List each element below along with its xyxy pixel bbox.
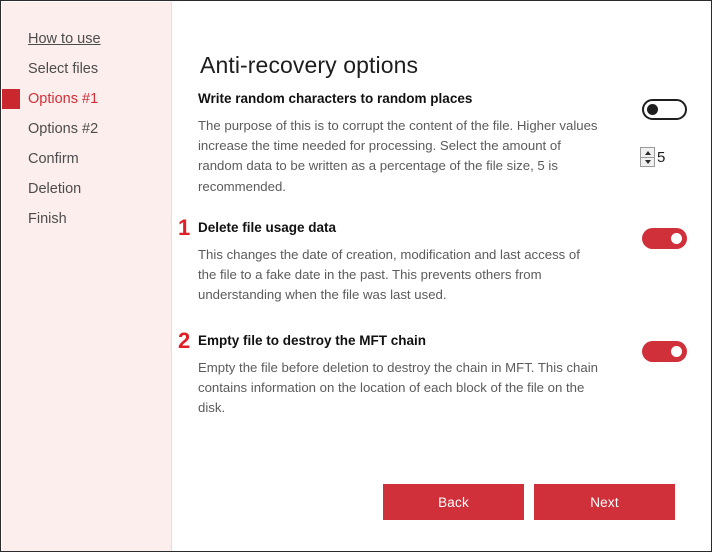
active-step-marker	[2, 89, 20, 109]
sidebar-item-options-1[interactable]: Options #1	[2, 84, 171, 114]
main-content: Anti-recovery options Write random chara…	[172, 2, 711, 551]
app-window: How to use Select files Options #1 Optio…	[0, 0, 712, 552]
stepper-decrement-icon[interactable]	[640, 157, 655, 167]
next-button[interactable]: Next	[534, 484, 675, 520]
sidebar-item-label: Options #1	[28, 91, 99, 107]
sidebar-item-how-to-use[interactable]: How to use	[2, 24, 171, 54]
sidebar: How to use Select files Options #1 Optio…	[2, 2, 171, 551]
sidebar-item-label: Finish	[28, 211, 67, 227]
option-heading: Empty file to destroy the MFT chain	[198, 333, 427, 348]
option-description: This changes the date of creation, modif…	[198, 247, 580, 303]
sidebar-item-label: Select files	[28, 61, 99, 77]
toggle-delete-file-usage-data[interactable]	[642, 228, 687, 249]
option-heading: Write random characters to random places	[198, 91, 473, 106]
toggle-knob	[647, 104, 658, 115]
sidebar-item-label: Confirm	[28, 151, 79, 167]
sidebar-item-deletion[interactable]: Deletion	[2, 174, 171, 204]
toggle-knob	[671, 346, 682, 357]
toggle-empty-file-mft-chain[interactable]	[642, 341, 687, 362]
sidebar-item-label: How to use	[28, 31, 101, 47]
sidebar-item-label: Deletion	[28, 181, 82, 197]
option-description: Empty the file before deletion to destro…	[198, 360, 598, 416]
annotation-number-1: 1	[178, 215, 191, 240]
toggle-write-random-characters[interactable]	[642, 99, 687, 120]
toggle-knob	[671, 233, 682, 244]
page-title: Anti-recovery options	[200, 52, 419, 78]
stepper-increment-icon[interactable]	[640, 147, 655, 157]
sidebar-item-label: Options #2	[28, 121, 99, 137]
annotation-number-2: 2	[178, 328, 191, 353]
sidebar-item-select-files[interactable]: Select files	[2, 54, 171, 84]
sidebar-item-finish[interactable]: Finish	[2, 204, 171, 234]
stepper-value: 5	[657, 148, 666, 166]
back-button[interactable]: Back	[383, 484, 524, 520]
sidebar-item-confirm[interactable]: Confirm	[2, 144, 171, 174]
wizard-footer: Back Next	[172, 484, 711, 524]
chevron-up-icon	[644, 150, 651, 155]
chevron-down-icon	[644, 160, 651, 164]
sidebar-nav-list: How to use Select files Options #1 Optio…	[2, 24, 171, 234]
option-description: The purpose of this is to corrupt the co…	[198, 118, 598, 194]
option-heading: Delete file usage data	[198, 220, 337, 235]
stepper-arrows	[640, 147, 655, 167]
random-percentage-stepper[interactable]: 5	[640, 147, 665, 167]
sidebar-item-options-2[interactable]: Options #2	[2, 114, 171, 144]
